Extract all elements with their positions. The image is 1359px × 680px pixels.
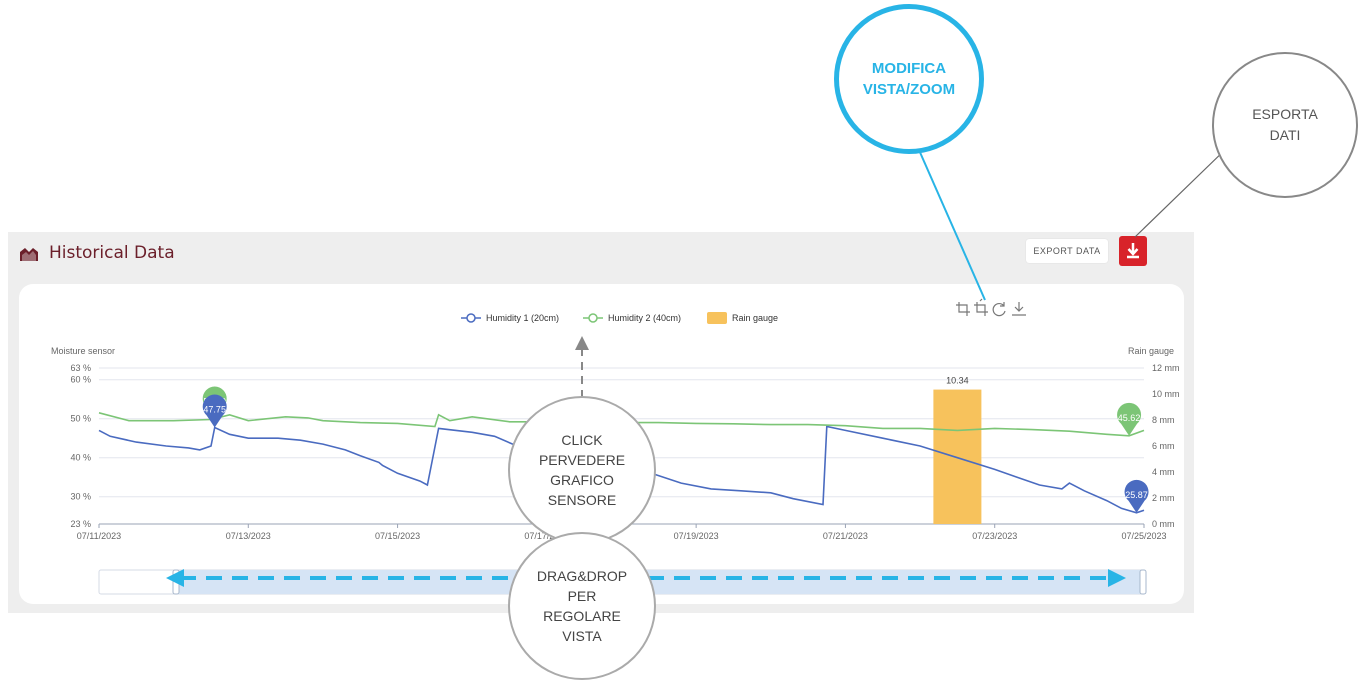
click-annotation-line1: CLICK — [561, 432, 603, 448]
zoom-annotation-line2: VISTA/ZOOM — [862, 81, 956, 98]
click-annotation-line4: SENSORE — [547, 492, 617, 508]
click-annotation-line2: PERVEDERE — [538, 452, 626, 468]
zoom-annotation-line1: MODIFICA — [871, 60, 947, 77]
export-annotation: ESPORTA DATI — [1212, 52, 1358, 198]
export-annotation-line1: ESPORTA — [1252, 106, 1318, 122]
drag-annotation-line4: VISTA — [562, 628, 602, 644]
export-annotation-line2: DATI — [1269, 127, 1301, 143]
annotation-overlay — [166, 144, 1231, 587]
drag-annotation-line3: REGOLARE — [543, 608, 621, 624]
zoom-annotation: MODIFICA VISTA/ZOOM — [834, 4, 984, 154]
drag-annotation-line1: DRAG&DROP — [536, 568, 628, 584]
click-annotation: CLICK PERVEDERE GRAFICO SENSORE — [508, 396, 656, 544]
drag-annotation: DRAG&DROP PER REGOLARE VISTA — [508, 532, 656, 680]
drag-arrowhead-right — [1108, 569, 1126, 587]
drag-annotation-line2: PER — [567, 588, 597, 604]
export-pointer-line — [1134, 144, 1231, 238]
click-annotation-line3: GRAFICO — [550, 472, 614, 488]
drag-arrowhead-left — [166, 569, 184, 587]
click-arrowhead — [575, 336, 589, 350]
zoom-pointer-line — [918, 149, 986, 301]
